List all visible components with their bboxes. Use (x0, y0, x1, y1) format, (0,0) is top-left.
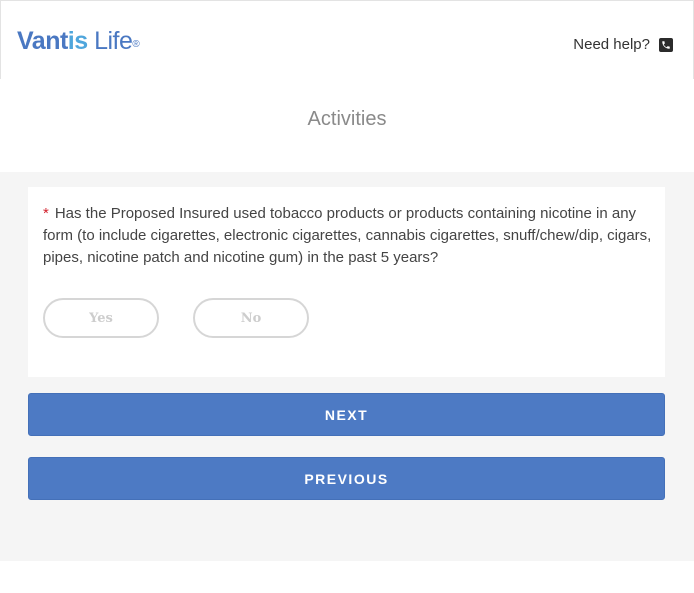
next-button[interactable]: NEXT (28, 393, 665, 436)
phone-icon (659, 37, 673, 52)
previous-button[interactable]: PREVIOUS (28, 457, 665, 500)
need-help-label: Need help? (573, 36, 650, 53)
question-card: * Has the Proposed Insured used tobacco p… (28, 187, 665, 377)
vantis-life-logo[interactable]: Vantis Life® (17, 26, 140, 56)
page-title: Activities (307, 108, 387, 130)
tobacco-question: * Has the Proposed Insured used tobacco p… (43, 203, 655, 269)
need-help-link[interactable]: Need help? (573, 36, 673, 53)
no-option-button[interactable]: No (193, 298, 309, 338)
yes-option-button[interactable]: Yes (43, 298, 159, 338)
site-header: Vantis Life® Need help? (0, 0, 694, 79)
question-text: Has the Proposed Insured used tobacco pr… (43, 205, 652, 266)
required-marker: * (43, 205, 49, 222)
